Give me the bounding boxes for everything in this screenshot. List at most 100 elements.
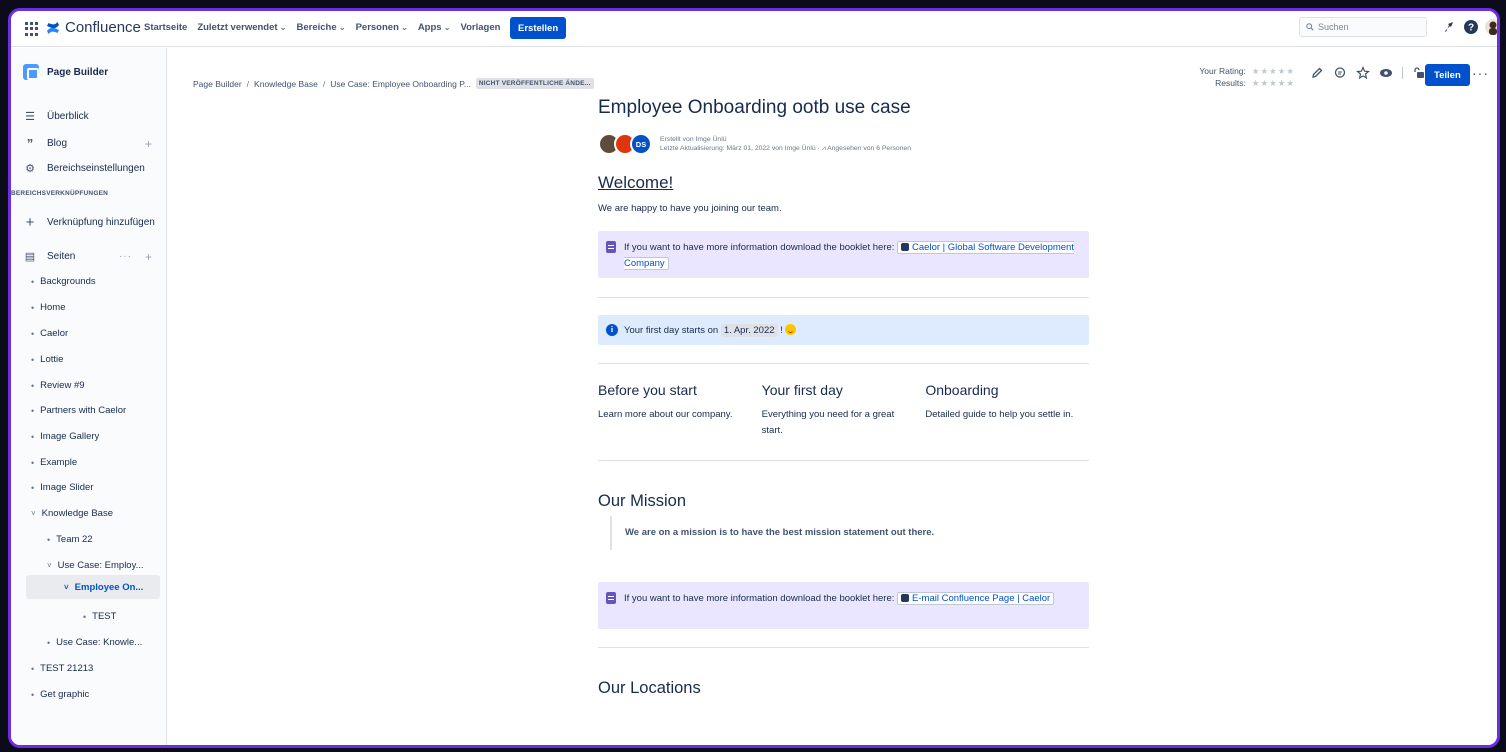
breadcrumb-item[interactable]: Knowledge Base	[254, 79, 318, 89]
tree-item[interactable]: • Partners with Caelor	[31, 405, 166, 416]
chevron-down-icon[interactable]: ˅	[31, 509, 36, 518]
more-actions-button[interactable]: ···	[1472, 65, 1489, 81]
pages-icon: ▤	[24, 251, 36, 263]
tree-item-expanded[interactable]: ˅ Knowledge Base	[31, 508, 166, 519]
note-panel: If you want to have more information dow…	[598, 582, 1089, 629]
bullet-icon: •	[31, 457, 35, 468]
bullet-icon: •	[31, 380, 35, 391]
sidebar-item-blog[interactable]: ” Blog +	[23, 136, 166, 151]
edit-icon[interactable]	[1310, 66, 1324, 80]
note-icon	[606, 241, 616, 253]
column-title[interactable]: Onboarding	[925, 382, 1089, 398]
tree-item-label: Use Case: Knowle...	[56, 637, 143, 648]
columns-section: Before you start Learn more about our co…	[598, 382, 1089, 439]
info-text: Your first day starts on	[624, 325, 719, 336]
mission-quote: We are on a mission is to have the best …	[610, 516, 934, 550]
profile-avatar[interactable]	[1485, 19, 1500, 35]
tree-item-label: Example	[40, 457, 78, 468]
space-header[interactable]: Page Builder	[23, 64, 166, 80]
divider	[598, 363, 1089, 364]
tree-item[interactable]: • Example	[31, 457, 166, 468]
bullet-icon: •	[47, 534, 51, 545]
bullet-icon: •	[83, 611, 87, 622]
confluence-logo[interactable]: Confluence	[45, 19, 141, 36]
your-rating-label: Your Rating:	[1199, 66, 1246, 76]
nav-recent[interactable]: Zuletzt verwendet	[197, 22, 286, 33]
tree-item[interactable]: • Get graphic	[31, 689, 166, 700]
date-chip[interactable]: 1. Apr. 2022	[720, 324, 778, 337]
smile-emoji-icon	[785, 324, 797, 335]
breadcrumb-separator: /	[322, 78, 326, 89]
tree-item-label: Caelor	[40, 328, 69, 339]
tree-item[interactable]: • Caelor	[31, 328, 166, 339]
space-name: Page Builder	[47, 66, 109, 78]
breadcrumb-item[interactable]: Use Case: Employee Onboarding P...	[330, 79, 471, 89]
tree-item-current[interactable]: ˅ Employee On...	[26, 575, 160, 599]
nav-people[interactable]: Personen	[356, 22, 408, 33]
tree-item[interactable]: • Backgrounds	[31, 276, 166, 287]
tree-item-label: Home	[40, 302, 66, 313]
column-title[interactable]: Before you start	[598, 382, 762, 398]
comment-icon[interactable]	[1333, 66, 1347, 80]
chevron-down-icon[interactable]: ˅	[64, 583, 69, 592]
sidebar-item-space-settings[interactable]: ⚙ Bereichseinstellungen	[23, 162, 166, 175]
search-input[interactable]: Suchen	[1299, 17, 1427, 37]
product-name: Confluence	[65, 19, 141, 36]
tree-item-expanded[interactable]: ˅ Use Case: Employ...	[47, 560, 166, 571]
tree-item[interactable]: • Review #9	[31, 380, 166, 391]
app-window: Confluence Startseite Zuletzt verwendet …	[8, 8, 1500, 748]
breadcrumb: Page Builder / Knowledge Base / Use Case…	[193, 78, 594, 89]
notifications-icon[interactable]	[1441, 19, 1457, 35]
nav-home[interactable]: Startseite	[144, 22, 187, 33]
tree-item[interactable]: • Home	[31, 302, 166, 313]
column: Your first day Everything you need for a…	[762, 382, 926, 439]
add-page-icon[interactable]: +	[145, 250, 152, 264]
note-text: If you want to have more information dow…	[624, 593, 895, 604]
your-rating-stars[interactable]: ★★★★★	[1252, 66, 1295, 76]
tree-item[interactable]: • TEST	[83, 611, 166, 622]
watch-icon[interactable]	[1379, 66, 1393, 80]
sidebar-item-pages[interactable]: ▤ Seiten ··· +	[23, 250, 166, 264]
add-shortcut[interactable]: + Verknüpfung hinzufügen	[23, 214, 166, 231]
tree-item[interactable]: • Team 22	[47, 534, 166, 545]
plus-icon: +	[25, 214, 35, 231]
tree-item-label: Image Gallery	[40, 431, 100, 442]
nav-spaces[interactable]: Bereiche	[297, 22, 346, 33]
app-switcher-icon[interactable]	[25, 22, 39, 36]
bullet-icon: •	[31, 405, 35, 416]
sidebar-item-overview[interactable]: ☰ Überblick	[23, 110, 166, 123]
mission-heading: Our Mission	[598, 492, 687, 510]
tree-item[interactable]: • TEST 21213	[31, 663, 166, 674]
nav-templates[interactable]: Vorlagen	[461, 22, 501, 33]
tree-item-label: Employee On...	[74, 581, 144, 593]
tree-item[interactable]: • Image Slider	[31, 482, 166, 493]
nav-apps[interactable]: Apps	[418, 22, 451, 33]
bullet-icon: •	[31, 276, 35, 287]
share-button[interactable]: Teilen	[1425, 64, 1470, 86]
tree-item-label: Use Case: Employ...	[57, 560, 144, 571]
help-icon[interactable]: ?	[1463, 19, 1479, 35]
chevron-down-icon[interactable]: ˅	[47, 561, 52, 570]
rating-widget: Your Rating: ★★★★★ Results: ★★★★★	[1199, 65, 1295, 89]
page-views[interactable]: Angesehen von 6 Personen	[827, 145, 911, 152]
breadcrumb-item[interactable]: Page Builder	[193, 79, 242, 89]
last-updated[interactable]: Letzte Aktualisierung: März 01, 2022 von…	[660, 145, 816, 152]
smart-link[interactable]: E-mail Confluence Page | Caelor	[897, 592, 1055, 605]
create-button[interactable]: Erstellen	[510, 17, 567, 39]
tree-item[interactable]: • Use Case: Knowle...	[47, 637, 166, 648]
sidebar-item-label: Überblick	[47, 111, 89, 122]
column: Before you start Learn more about our co…	[598, 382, 762, 439]
tree-item[interactable]: • Image Gallery	[31, 431, 166, 442]
unpublished-changes-badge[interactable]: NICHT VERÖFFENTLICHE ÄNDE...	[475, 78, 594, 89]
restrictions-icon[interactable]	[1412, 66, 1426, 80]
add-blog-icon[interactable]: +	[145, 137, 152, 151]
more-icon[interactable]: ···	[119, 251, 132, 262]
bullet-icon: •	[31, 482, 35, 493]
contributor-avatar[interactable]: DS	[630, 133, 652, 155]
column-title[interactable]: Your first day	[762, 382, 926, 398]
star-icon[interactable]	[1356, 66, 1370, 80]
link-favicon-icon	[901, 594, 910, 602]
tree-item[interactable]: • Lottie	[31, 354, 166, 365]
sidebar-item-label: Seiten	[47, 251, 76, 262]
column-text: Detailed guide to help you settle in.	[925, 409, 1074, 420]
